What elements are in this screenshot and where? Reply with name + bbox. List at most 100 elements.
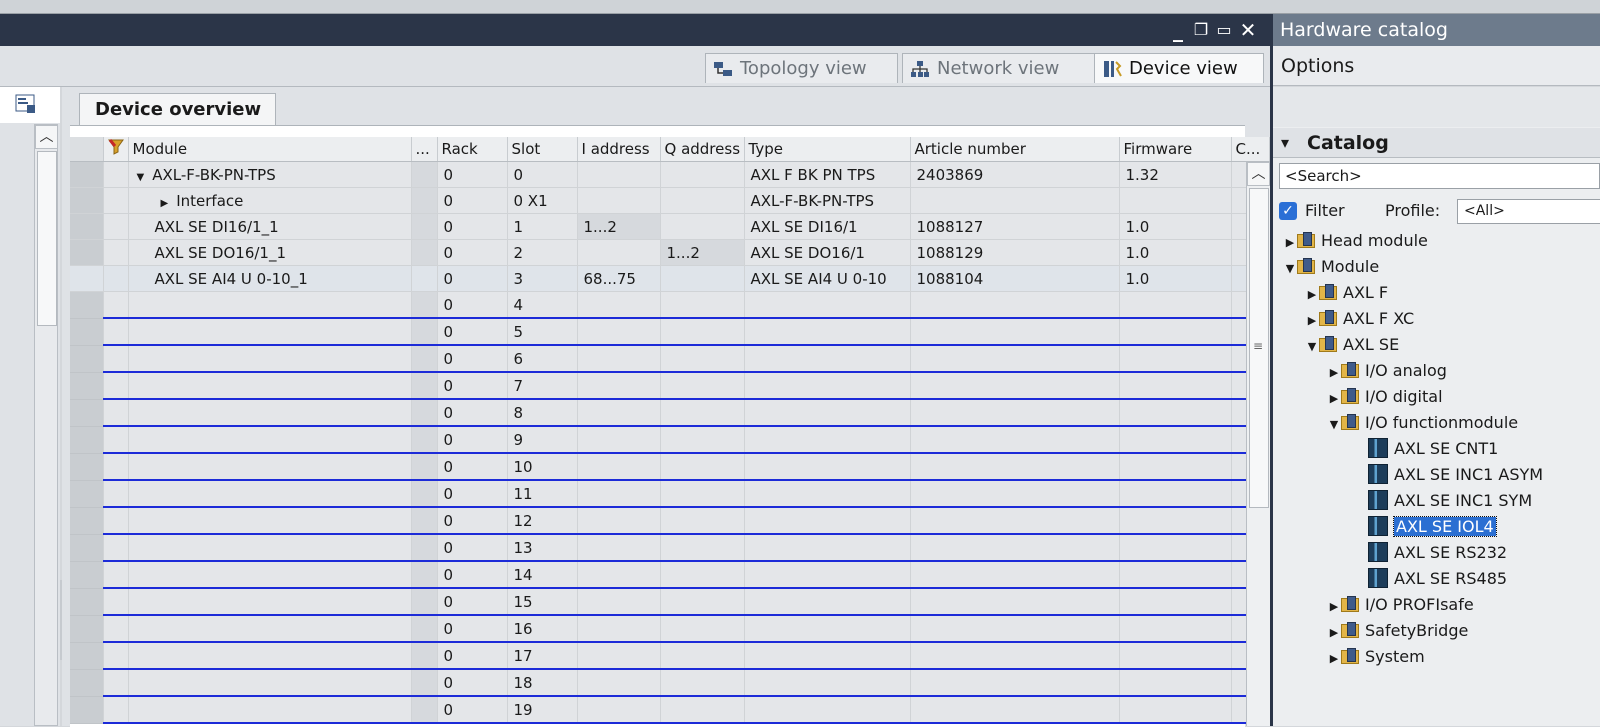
module-cell[interactable] bbox=[128, 372, 412, 400]
row-header[interactable] bbox=[70, 534, 104, 562]
tab-network-view[interactable]: Network view bbox=[902, 53, 1095, 83]
row-header[interactable] bbox=[70, 669, 104, 697]
tree-node-io-digital[interactable]: ▶ I/O digital bbox=[1327, 385, 1443, 409]
tree-node-axl-f-xc[interactable]: ▶ AXL F XC bbox=[1305, 307, 1414, 331]
module-cell-editing[interactable]: AXL SE AI4 U 0-10_1 bbox=[128, 265, 412, 292]
module-cell[interactable] bbox=[128, 291, 412, 319]
tree-node-io-profisafe[interactable]: ▶ I/O PROFIsafe bbox=[1327, 593, 1474, 617]
table-row-empty-slot[interactable]: 0 16 bbox=[70, 615, 1270, 643]
tab-device-view[interactable]: Device view bbox=[1094, 53, 1264, 83]
table-row[interactable]: ▼ AXL-F-BK-PN-TPS 0 0 AXL F BK PN TPS 240… bbox=[70, 161, 1270, 188]
i-address-cell[interactable] bbox=[577, 318, 661, 346]
module-cell[interactable]: ▼ AXL-F-BK-PN-TPS bbox=[128, 161, 412, 188]
expand-arrow-icon[interactable]: ▶ bbox=[1327, 621, 1341, 645]
module-cell[interactable] bbox=[128, 480, 412, 508]
row-header[interactable] bbox=[70, 239, 104, 266]
profile-select[interactable]: <All> bbox=[1457, 199, 1600, 224]
module-cell[interactable] bbox=[128, 615, 412, 643]
expand-arrow-icon[interactable]: ▶ bbox=[1327, 595, 1341, 619]
row-header[interactable] bbox=[70, 345, 104, 373]
q-address-cell[interactable]: 1...2 bbox=[660, 239, 745, 266]
scroll-up-icon[interactable]: ︿ bbox=[1247, 162, 1270, 186]
module-cell[interactable] bbox=[128, 534, 412, 562]
q-address-cell[interactable] bbox=[660, 669, 745, 697]
row-header[interactable] bbox=[70, 561, 104, 589]
module-cell[interactable] bbox=[128, 561, 412, 589]
tree-node-rs232[interactable]: AXL SE RS232 bbox=[1368, 541, 1507, 565]
tree-node-inc1-asym[interactable]: AXL SE INC1 ASYM bbox=[1368, 463, 1543, 487]
expand-arrow-icon[interactable]: ▶ bbox=[1305, 283, 1319, 307]
close-button[interactable]: ✕ bbox=[1237, 14, 1259, 46]
row-header[interactable] bbox=[70, 187, 104, 214]
expand-arrow-icon[interactable]: ▶ bbox=[1283, 231, 1297, 255]
tab-device-overview[interactable]: Device overview bbox=[79, 93, 276, 125]
q-address-cell[interactable] bbox=[660, 480, 745, 508]
table-row-empty-slot[interactable]: 06 bbox=[70, 345, 1270, 373]
catalog-options-section[interactable]: Options bbox=[1273, 46, 1600, 86]
row-header[interactable] bbox=[70, 318, 104, 346]
q-address-cell[interactable] bbox=[660, 161, 745, 188]
table-row-empty-slot[interactable]: 0 11 bbox=[70, 480, 1270, 508]
q-address-cell[interactable] bbox=[660, 453, 745, 481]
expand-arrow-icon[interactable]: ▶ bbox=[1305, 309, 1319, 333]
tree-node-inc1-sym[interactable]: AXL SE INC1 SYM bbox=[1368, 489, 1532, 513]
table-row-empty-slot[interactable]: 0 12 bbox=[70, 507, 1270, 535]
table-row[interactable]: ▶ Interface 0 0 X1 AXL-F-BK-PN-TPS bbox=[70, 187, 1270, 214]
column-header-slot[interactable]: Slot bbox=[507, 137, 578, 162]
tab-topology-view[interactable]: Topology view bbox=[705, 53, 898, 83]
tree-node-axl-se[interactable]: ▼ AXL SE bbox=[1305, 333, 1399, 357]
table-row-empty-slot[interactable]: 07 bbox=[70, 372, 1270, 400]
catalog-search-input[interactable]: <Search> bbox=[1279, 163, 1600, 189]
scrollbar-thumb[interactable]: ≡ bbox=[1249, 188, 1269, 508]
row-header[interactable] bbox=[70, 161, 104, 188]
table-row-empty-slot[interactable]: 08 bbox=[70, 399, 1270, 427]
q-address-cell[interactable] bbox=[660, 561, 745, 589]
column-header-module[interactable]: Module bbox=[128, 137, 412, 162]
table-row[interactable]: AXL SE DI16/1_1 0 1 1...2 AXL SE DI16/1 … bbox=[70, 213, 1270, 240]
i-address-cell[interactable]: 1...2 bbox=[577, 213, 661, 240]
i-address-cell[interactable] bbox=[577, 507, 661, 535]
row-header[interactable] bbox=[70, 507, 104, 535]
table-row-empty-slot[interactable]: 0 19 bbox=[70, 696, 1270, 724]
left-vertical-scrollbar[interactable]: ︿ bbox=[34, 124, 58, 726]
row-header[interactable] bbox=[70, 372, 104, 400]
collapse-arrow-icon[interactable]: ▼ bbox=[1305, 335, 1319, 359]
i-address-cell[interactable] bbox=[577, 561, 661, 589]
minimize-button[interactable]: _ bbox=[1167, 14, 1189, 46]
column-header-comment[interactable]: C... bbox=[1231, 137, 1270, 162]
header-filter-cell[interactable] bbox=[103, 137, 129, 162]
expand-arrow-icon[interactable]: ▶ bbox=[1327, 647, 1341, 671]
column-header-firmware[interactable]: Firmware bbox=[1119, 137, 1232, 162]
overview-toggle-icon[interactable] bbox=[15, 93, 37, 115]
tree-node-safetybridge[interactable]: ▶ SafetyBridge bbox=[1327, 619, 1469, 645]
i-address-cell[interactable] bbox=[577, 239, 661, 266]
i-address-cell[interactable] bbox=[577, 453, 661, 481]
tree-node-module[interactable]: ▼ Module bbox=[1283, 255, 1379, 279]
q-address-cell[interactable] bbox=[660, 426, 745, 454]
q-address-cell[interactable] bbox=[660, 265, 745, 292]
q-address-cell[interactable] bbox=[660, 213, 745, 240]
column-header-rack[interactable]: Rack bbox=[437, 137, 508, 162]
collapse-arrow-icon[interactable]: ▼ bbox=[1283, 257, 1297, 281]
table-row-empty-slot[interactable]: 0 18 bbox=[70, 669, 1270, 697]
q-address-cell[interactable] bbox=[660, 372, 745, 400]
tree-node-iol4-selected[interactable]: AXL SE IOL4 bbox=[1368, 515, 1497, 539]
row-header[interactable] bbox=[70, 588, 104, 616]
tree-node-io-functionmodule[interactable]: ▼ I/O functionmodule bbox=[1327, 411, 1518, 435]
table-row-empty-slot[interactable]: 0 14 bbox=[70, 561, 1270, 589]
module-cell[interactable] bbox=[128, 318, 412, 346]
i-address-cell[interactable]: 68...75 bbox=[577, 265, 661, 292]
module-cell[interactable] bbox=[128, 507, 412, 535]
table-row-empty-slot[interactable]: 04 bbox=[70, 291, 1270, 319]
tree-node-io-analog[interactable]: ▶ I/O analog bbox=[1327, 359, 1447, 383]
i-address-cell[interactable] bbox=[577, 426, 661, 454]
row-header[interactable] bbox=[70, 213, 104, 240]
module-cell[interactable] bbox=[128, 669, 412, 697]
q-address-cell[interactable] bbox=[660, 399, 745, 427]
table-row-empty-slot[interactable]: 0 13 bbox=[70, 534, 1270, 562]
module-cell[interactable]: AXL SE DI16/1_1 bbox=[128, 213, 412, 240]
module-cell[interactable] bbox=[128, 453, 412, 481]
i-address-cell[interactable] bbox=[577, 161, 661, 188]
tree-node-cnt1[interactable]: AXL SE CNT1 bbox=[1368, 437, 1498, 461]
table-vertical-scrollbar[interactable]: ︿ ≡ bbox=[1246, 162, 1271, 726]
